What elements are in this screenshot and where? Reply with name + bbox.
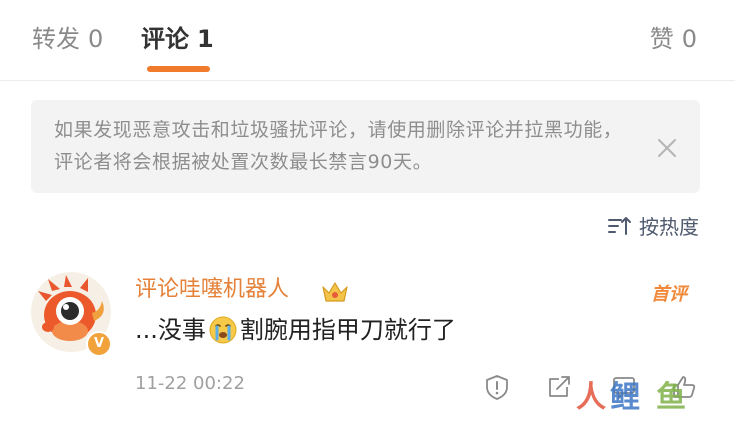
sort-by-hot-button[interactable]: 按热度 xyxy=(607,211,699,240)
comment-username[interactable]: 评论哇噻机器人 xyxy=(135,275,289,305)
crown-icon xyxy=(322,282,348,302)
sort-icon xyxy=(608,216,631,235)
comment-timestamp: 11-22 00:22 xyxy=(135,373,245,394)
close-icon[interactable] xyxy=(655,136,679,160)
report-icon[interactable] xyxy=(483,373,511,401)
reply-icon[interactable] xyxy=(610,373,638,401)
tab-forward-count: 0 xyxy=(88,25,104,53)
moderation-notice: 如果发现恶意攻击和垃圾骚扰评论，请使用删除评论并拉黑功能，评论者将会根据被处置次… xyxy=(31,100,700,193)
comment-text-before: ...没事 xyxy=(135,316,206,344)
share-icon[interactable] xyxy=(545,373,573,401)
sort-label: 按热度 xyxy=(639,215,699,239)
tab-divider xyxy=(0,80,735,81)
like-icon[interactable] xyxy=(670,373,698,401)
comment-text-after: 割腕用指甲刀就行了 xyxy=(239,316,456,344)
tab-forward[interactable]: 转发 0 xyxy=(32,23,103,55)
tab-comments-count: 1 xyxy=(197,25,214,53)
tab-comments-label: 评论 xyxy=(141,25,189,53)
tab-bar: 转发 0 评论 1 赞0 xyxy=(0,0,735,82)
tab-comments[interactable]: 评论 1 xyxy=(141,23,214,55)
tab-likes-count: 0 xyxy=(681,25,697,53)
verified-badge-icon: V xyxy=(86,331,112,357)
tab-likes[interactable]: 赞0 xyxy=(650,23,697,55)
tab-forward-label: 转发 xyxy=(32,25,80,53)
first-comment-badge: 首评 xyxy=(651,284,687,305)
tab-likes-label: 赞 xyxy=(649,25,674,53)
comment-body: ...没事 割腕用指甲刀就行了 xyxy=(135,313,456,347)
svg-text:人: 人 xyxy=(576,380,606,415)
notice-text: 如果发现恶意攻击和垃圾骚扰评论，请使用删除评论并拉黑功能，评论者将会根据被处置次… xyxy=(54,119,623,173)
active-tab-indicator xyxy=(147,66,210,72)
crying-emoji-icon xyxy=(209,316,237,344)
